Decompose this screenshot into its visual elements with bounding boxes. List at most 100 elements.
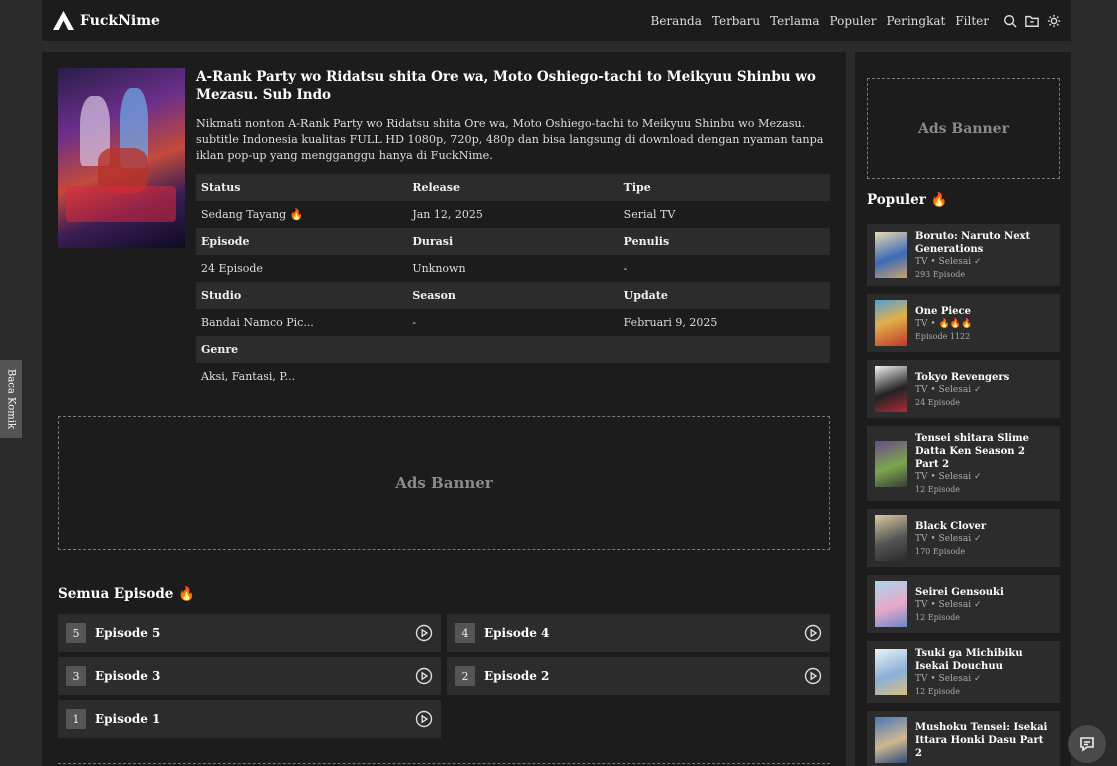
meta-label-episode: Episode: [196, 228, 408, 255]
meta-value-release: Jan 12, 2025: [412, 208, 483, 221]
episode-label: Episode 1: [95, 712, 161, 726]
anime-meta-table: Status Release Tipe Sedang Tayang 🔥 Jan …: [196, 174, 830, 390]
anime-info: A-Rank Party wo Ridatsu shita Ore wa, Mo…: [196, 68, 830, 390]
anime-description: Nikmati nonton A-Rank Party wo Ridatsu s…: [196, 117, 824, 162]
play-icon[interactable]: [804, 624, 822, 642]
popular-episodes: Episode 1122: [915, 331, 971, 341]
brand-name: FuckNime: [80, 12, 160, 29]
popular-thumbnail: [875, 515, 907, 561]
ads-banner-side[interactable]: Ads Banner: [867, 78, 1060, 179]
play-icon[interactable]: [415, 624, 433, 642]
popular-item[interactable]: Boruto: Naruto Next Generations TV • Sel…: [867, 224, 1060, 286]
meta-label-penulis: Penulis: [618, 228, 830, 255]
sidebar: Ads Banner Populer 🔥 Boruto: Naruto Next…: [855, 52, 1071, 766]
popular-item[interactable]: Black Clover TV • Selesai ✓ 170 Episode: [867, 509, 1060, 567]
nav-link-beranda[interactable]: Beranda: [651, 14, 702, 28]
popular-status: TV • Selesai ✓: [915, 384, 982, 395]
episode-label: Episode 3: [95, 669, 161, 683]
brand-logo[interactable]: FuckNime: [52, 10, 160, 31]
chat-icon: [1080, 737, 1094, 752]
popular-item[interactable]: Tokyo Revengers TV • Selesai ✓ 24 Episod…: [867, 360, 1060, 418]
popular-title: Seirei Gensouki: [915, 586, 1004, 598]
nav-link-terbaru[interactable]: Terbaru: [712, 14, 760, 28]
main-content: A-Rank Party wo Ridatsu shita Ore wa, Mo…: [42, 52, 846, 766]
popular-thumbnail: [875, 232, 907, 278]
popular-title: Tokyo Revengers: [915, 371, 1010, 383]
episode-label: Episode 5: [95, 626, 161, 640]
episode-item[interactable]: 5 Episode 5: [58, 614, 441, 652]
divider: [58, 763, 830, 764]
anime-poster: [58, 68, 185, 248]
popular-title: One Piece: [915, 305, 971, 317]
baca-komik-tab[interactable]: Baca Komik: [0, 360, 22, 438]
chat-button[interactable]: [1068, 725, 1106, 763]
popular-item[interactable]: One Piece TV • 🔥🔥🔥 Episode 1122: [867, 294, 1060, 352]
play-icon[interactable]: [415, 667, 433, 685]
play-icon[interactable]: [415, 710, 433, 728]
popular-episodes: 12 Episode: [915, 687, 961, 696]
episode-item[interactable]: 2 Episode 2: [447, 657, 830, 695]
episode-item[interactable]: 3 Episode 3: [58, 657, 441, 695]
popular-status: TV • Selesai ✓: [915, 674, 982, 684]
baca-komik-label: Baca Komik: [5, 368, 17, 429]
top-navbar: FuckNime Beranda Terbaru Terlama Populer…: [42, 0, 1071, 41]
popular-title: Mushoku Tensei: Isekai Ittara Honki Dasu…: [915, 721, 1048, 759]
meta-value-penulis: -: [623, 262, 628, 275]
nav-icons: [1003, 14, 1061, 28]
episode-list: 5 Episode 5 4 Episode 4 3 Episode 3 2 Ep…: [58, 614, 830, 738]
popular-item[interactable]: Seirei Gensouki TV • Selesai ✓ 12 Episod…: [867, 575, 1060, 633]
episode-item[interactable]: 4 Episode 4: [447, 614, 830, 652]
play-icon[interactable]: [804, 667, 822, 685]
meta-value-season: -: [412, 316, 417, 329]
popular-thumbnail: [875, 717, 907, 763]
popular-heading: Populer 🔥: [867, 192, 948, 208]
popular-title: Tensei shitara Slime Datta Ken Season 2 …: [915, 433, 1029, 470]
popular-thumbnail: [875, 440, 907, 487]
popular-list: Boruto: Naruto Next Generations TV • Sel…: [867, 224, 1060, 766]
meta-label-release: Release: [407, 174, 619, 201]
folder-icon[interactable]: [1025, 14, 1039, 28]
popular-episodes: 12 Episode: [915, 612, 961, 622]
episode-number: 1: [66, 709, 86, 729]
nav-link-filter[interactable]: Filter: [955, 14, 989, 28]
nav-link-populer[interactable]: Populer: [830, 14, 877, 28]
popular-item[interactable]: Tsuki ga Michibiku Isekai Douchuu TV • S…: [867, 641, 1060, 703]
ads-banner-main[interactable]: Ads Banner: [58, 416, 830, 550]
nav-link-peringkat[interactable]: Peringkat: [886, 14, 945, 28]
meta-value-studio: Bandai Namco Pic...: [201, 316, 314, 329]
popular-thumbnail: [875, 649, 907, 695]
meta-label-update: Update: [618, 282, 830, 309]
popular-thumbnail: [875, 366, 907, 412]
episode-number: 2: [455, 666, 475, 686]
meta-label-tipe: Tipe: [618, 174, 830, 201]
popular-title: Black Clover: [915, 520, 987, 532]
search-icon[interactable]: [1003, 14, 1017, 28]
popular-thumbnail: [875, 300, 907, 346]
episode-label: Episode 4: [484, 626, 550, 640]
popular-status: TV • Selesai ✓: [915, 472, 982, 482]
meta-value-episode: 24 Episode: [201, 262, 263, 275]
meta-label-status: Status: [196, 174, 408, 201]
popular-status: TV • 🔥🔥🔥: [915, 318, 973, 329]
popular-thumbnail: [875, 581, 907, 627]
sun-icon[interactable]: [1047, 14, 1061, 28]
meta-value-update: Februari 9, 2025: [623, 316, 718, 329]
meta-label-studio: Studio: [196, 282, 408, 309]
popular-episodes: 12 Episode: [915, 485, 961, 494]
anime-title: A-Rank Party wo Ridatsu shita Ore wa, Mo…: [196, 69, 816, 103]
episode-label: Episode 2: [484, 669, 550, 683]
popular-episodes: 293 Episode: [915, 270, 966, 279]
popular-episodes: 170 Episode: [915, 546, 966, 556]
meta-label-season: Season: [407, 282, 619, 309]
popular-status: TV • Selesai ✓: [915, 599, 982, 610]
logo-icon: [53, 10, 74, 31]
episode-number: 3: [66, 666, 86, 686]
popular-item[interactable]: Tensei shitara Slime Datta Ken Season 2 …: [867, 426, 1060, 501]
episode-item[interactable]: 1 Episode 1: [58, 700, 441, 738]
nav-link-terlama[interactable]: Terlama: [770, 14, 819, 28]
nav-links: Beranda Terbaru Terlama Populer Peringka…: [651, 14, 989, 28]
episodes-heading: Semua Episode 🔥: [58, 586, 195, 602]
popular-item[interactable]: Mushoku Tensei: Isekai Ittara Honki Dasu…: [867, 711, 1060, 766]
meta-value-status: Sedang Tayang 🔥: [201, 208, 304, 221]
popular-status: TV • Selesai ✓: [915, 533, 982, 544]
